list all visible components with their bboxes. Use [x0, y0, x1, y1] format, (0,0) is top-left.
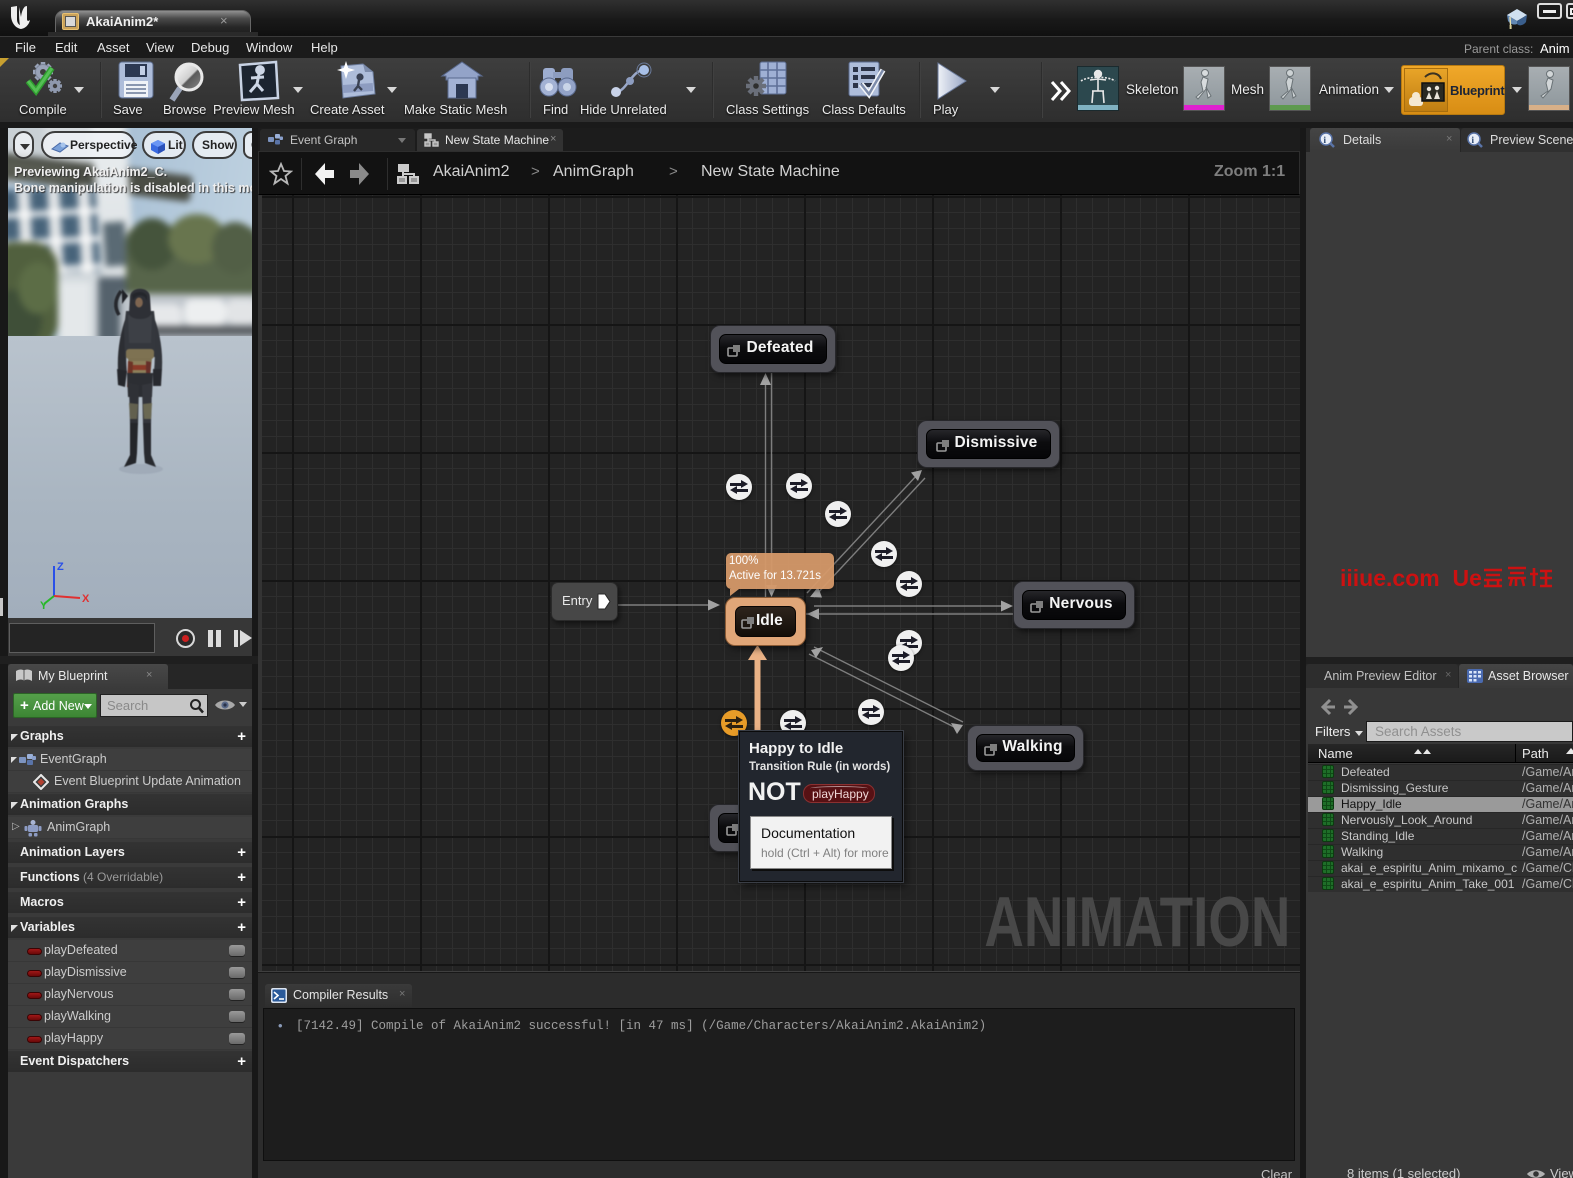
- svg-text:Y: Y: [40, 600, 48, 610]
- svg-text:X: X: [82, 593, 90, 605]
- svg-text:Z: Z: [57, 561, 64, 573]
